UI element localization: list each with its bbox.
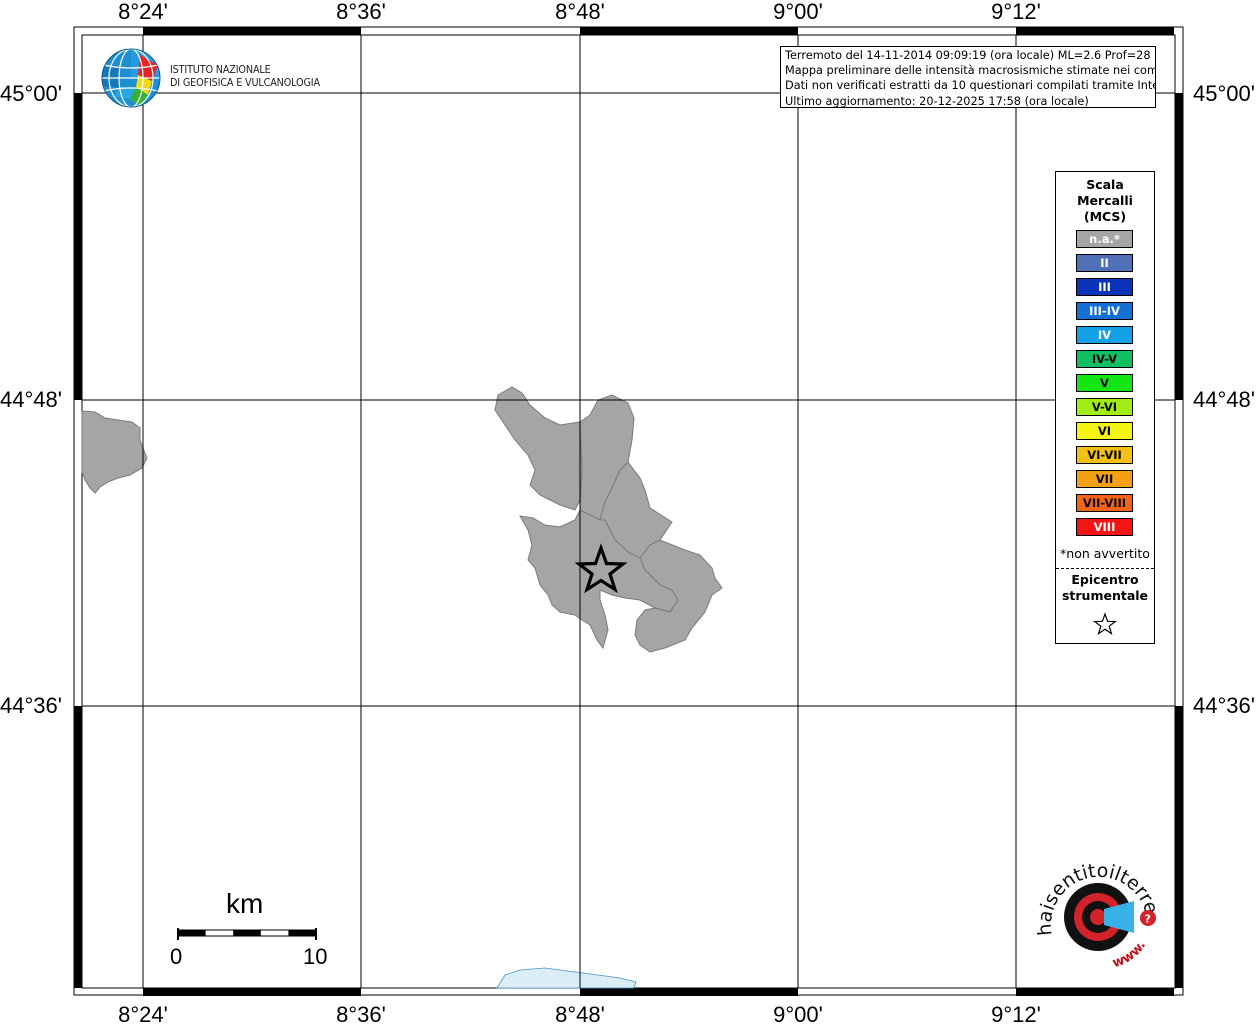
lat-label: 44°36' (1193, 693, 1255, 718)
lon-label: 9°12' (991, 1002, 1041, 1027)
lon-label: 9°00' (773, 1002, 823, 1027)
scale-bar (177, 928, 317, 940)
svg-text:?: ? (1145, 913, 1151, 926)
star-icon (1092, 612, 1118, 636)
globe-icon (101, 48, 161, 108)
legend-swatch-v-vi: V-VI (1076, 398, 1133, 416)
lon-label: 8°48' (555, 0, 605, 24)
legend-swatch-ii: II (1076, 254, 1133, 272)
event-info-line: Ultimo aggiornamento: 20-12-2025 17:58 (… (785, 94, 1089, 108)
lat-label: 45°00' (1193, 81, 1255, 106)
lat-label: 44°36' (0, 693, 62, 718)
legend-swatch-iv-v: IV-V (1076, 350, 1133, 368)
haisentito-logo: haisentitoilterremoto.it www. ? (1030, 855, 1162, 971)
lat-label: 44°48' (1193, 387, 1255, 412)
legend-swatch-iii: III (1076, 278, 1133, 296)
sea-area (496, 967, 637, 989)
legend-epicenter-label: Epicentro strumentale (1056, 572, 1154, 604)
legend-title-line: Mercalli (1077, 193, 1133, 208)
event-info-line: Dati non verificati estratti da 10 quest… (785, 79, 1156, 93)
legend-epicenter-line: strumentale (1061, 588, 1149, 603)
legend-epicenter-line: Epicentro (1071, 572, 1139, 587)
legend-title: Scala Mercalli (MCS) (1056, 177, 1154, 225)
lon-label: 9°00' (773, 0, 823, 24)
legend-swatch-vi: VI (1076, 422, 1133, 440)
legend-swatch-na: n.a.* (1076, 230, 1133, 248)
municipality-north-a (494, 386, 583, 511)
lon-label: 8°36' (336, 0, 386, 24)
legend-title-line: Scala (1086, 177, 1124, 192)
lon-label: 9°12' (991, 0, 1041, 24)
lon-label: 8°36' (336, 1002, 386, 1027)
legend-swatch-iii-iv: III-IV (1076, 302, 1133, 320)
legend-note: *non avvertito (1060, 546, 1150, 561)
mcs-legend: Scala Mercalli (MCS) n.a.* II III III-IV… (1055, 171, 1155, 644)
legend-swatch-v: V (1076, 374, 1133, 392)
legend-swatch-viii: VIII (1076, 518, 1133, 536)
scalebar-max-label: 10 (303, 944, 328, 969)
scalebar-unit: km (226, 888, 264, 919)
logo-line-1: ISTITUTO NAZIONALE (170, 63, 271, 76)
scalebar-min-label: 0 (170, 944, 183, 969)
lon-label: 8°48' (555, 1002, 605, 1027)
municipality-west (81, 410, 148, 494)
ingv-logo-text: ISTITUTO NAZIONALE DI GEOFISICA E VULCAN… (170, 63, 320, 89)
event-info-line: Terremoto del 14-11-2014 09:09:19 (ora l… (785, 49, 1156, 62)
legend-swatch-vii-viii: VII-VIII (1076, 494, 1133, 512)
lon-label: 8°24' (118, 1002, 168, 1027)
lat-label: 44°48' (0, 387, 62, 412)
lat-label: 45°00' (0, 81, 62, 106)
legend-swatch-vii: VII (1076, 470, 1133, 488)
legend-divider (1056, 568, 1154, 569)
event-info-line: Mappa preliminare delle intensità macros… (785, 64, 1156, 78)
municipalities (81, 386, 723, 653)
legend-swatch-iv: IV (1076, 326, 1133, 344)
event-info-box: Terremoto del 14-11-2014 09:09:19 (ora l… (780, 46, 1156, 108)
legend-title-line: (MCS) (1083, 209, 1127, 224)
logo-line-2: DI GEOFISICA E VULCANOLOGIA (170, 76, 320, 89)
lon-label: 8°24' (118, 0, 168, 24)
legend-swatch-vi-vii: VI-VII (1076, 446, 1133, 464)
